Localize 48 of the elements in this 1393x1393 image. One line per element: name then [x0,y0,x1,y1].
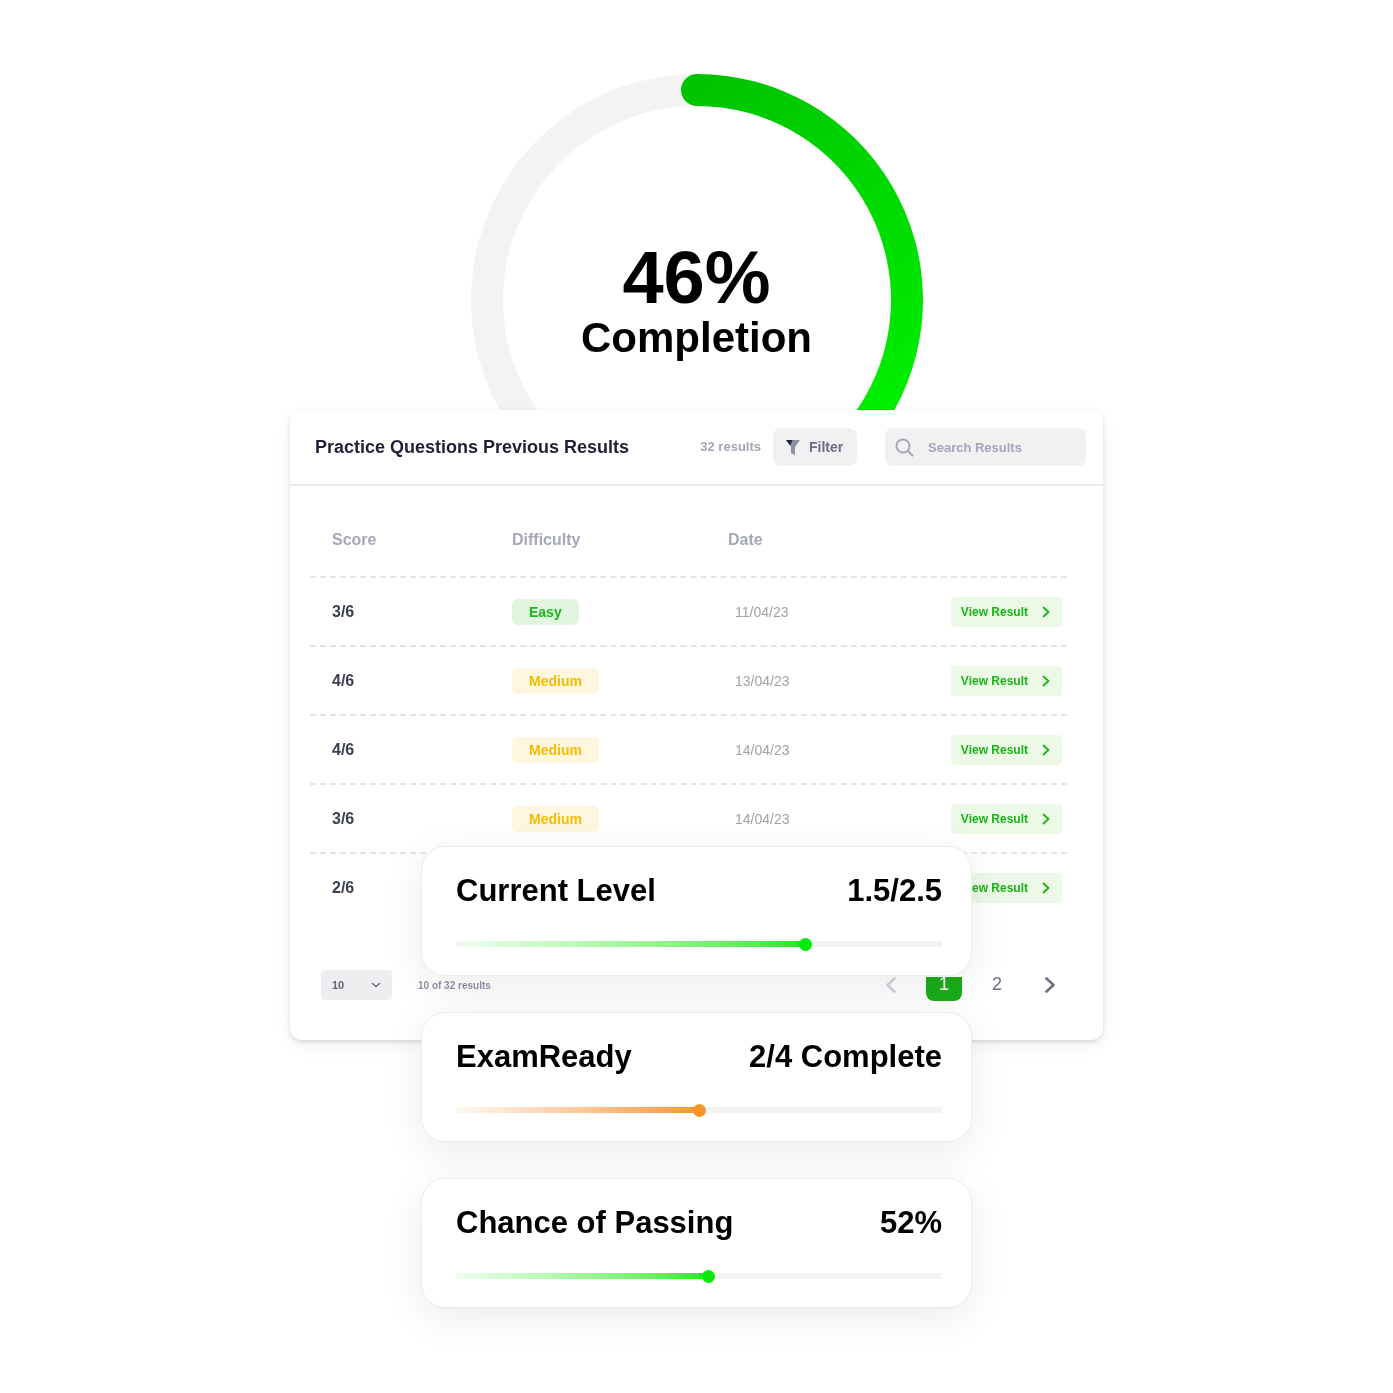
chevron-right-icon [1042,605,1050,618]
difficulty-tag: Medium [512,736,599,763]
stat-title: Current Level [456,872,656,909]
stat-value: 52% [879,1204,942,1241]
chevron-right-icon [1042,812,1050,825]
date-text: 14/04/23 [734,741,790,758]
view-result-button[interactable]: View Result [950,734,1062,765]
completion-percent: 46% [622,241,771,315]
date-text: 13/04/23 [734,672,790,689]
view-result-button[interactable]: View Result [950,665,1062,696]
difficulty-tag: Medium [512,667,599,694]
stat-value: 1.5/2.5 [847,872,942,909]
chevron-left-icon [886,977,896,993]
page-size-select[interactable]: 10 [321,970,392,1000]
results-count: 32 results [700,438,761,457]
chevron-right-icon [1045,977,1055,993]
stat-title: ExamReady [456,1038,632,1075]
chevron-down-icon [371,982,381,988]
score-text: 4/6 [332,671,355,689]
score-text: 2/6 [332,878,355,896]
view-result-button[interactable]: View Result [950,803,1062,834]
date-text: 14/04/23 [734,810,790,827]
search-icon [895,437,914,457]
column-header: Date [728,531,763,548]
column-header: Difficulty [512,531,581,548]
search-input[interactable]: Search Results [928,436,1076,458]
score-text: 3/6 [332,809,355,827]
chevron-right-icon [1042,743,1050,756]
date-text: 11/04/23 [734,603,789,620]
results-summary: 10 of 32 results [418,978,491,993]
chevron-right-icon [1042,881,1050,894]
filter-icon [785,438,801,456]
panel-title: Practice Questions Previous Results [315,435,630,459]
column-header: Score [332,531,377,548]
stat-title: Chance of Passing [456,1204,734,1241]
view-result-button[interactable]: ew Result [969,872,1062,903]
filter-button[interactable]: Filter [773,428,857,466]
difficulty-tag: Easy [512,598,579,625]
view-result-button[interactable]: View Result [950,596,1062,627]
page-button[interactable]: 1 [926,977,962,1001]
difficulty-tag: Medium [512,805,599,832]
page-button[interactable]: 2 [979,977,1015,1001]
stat-value: 2/4 Complete [749,1038,942,1075]
chevron-right-icon [1042,674,1050,687]
score-text: 3/6 [332,602,355,620]
search-field[interactable]: Search Results [885,428,1086,466]
score-text: 4/6 [332,740,355,758]
completion-label: Completion [581,317,812,359]
